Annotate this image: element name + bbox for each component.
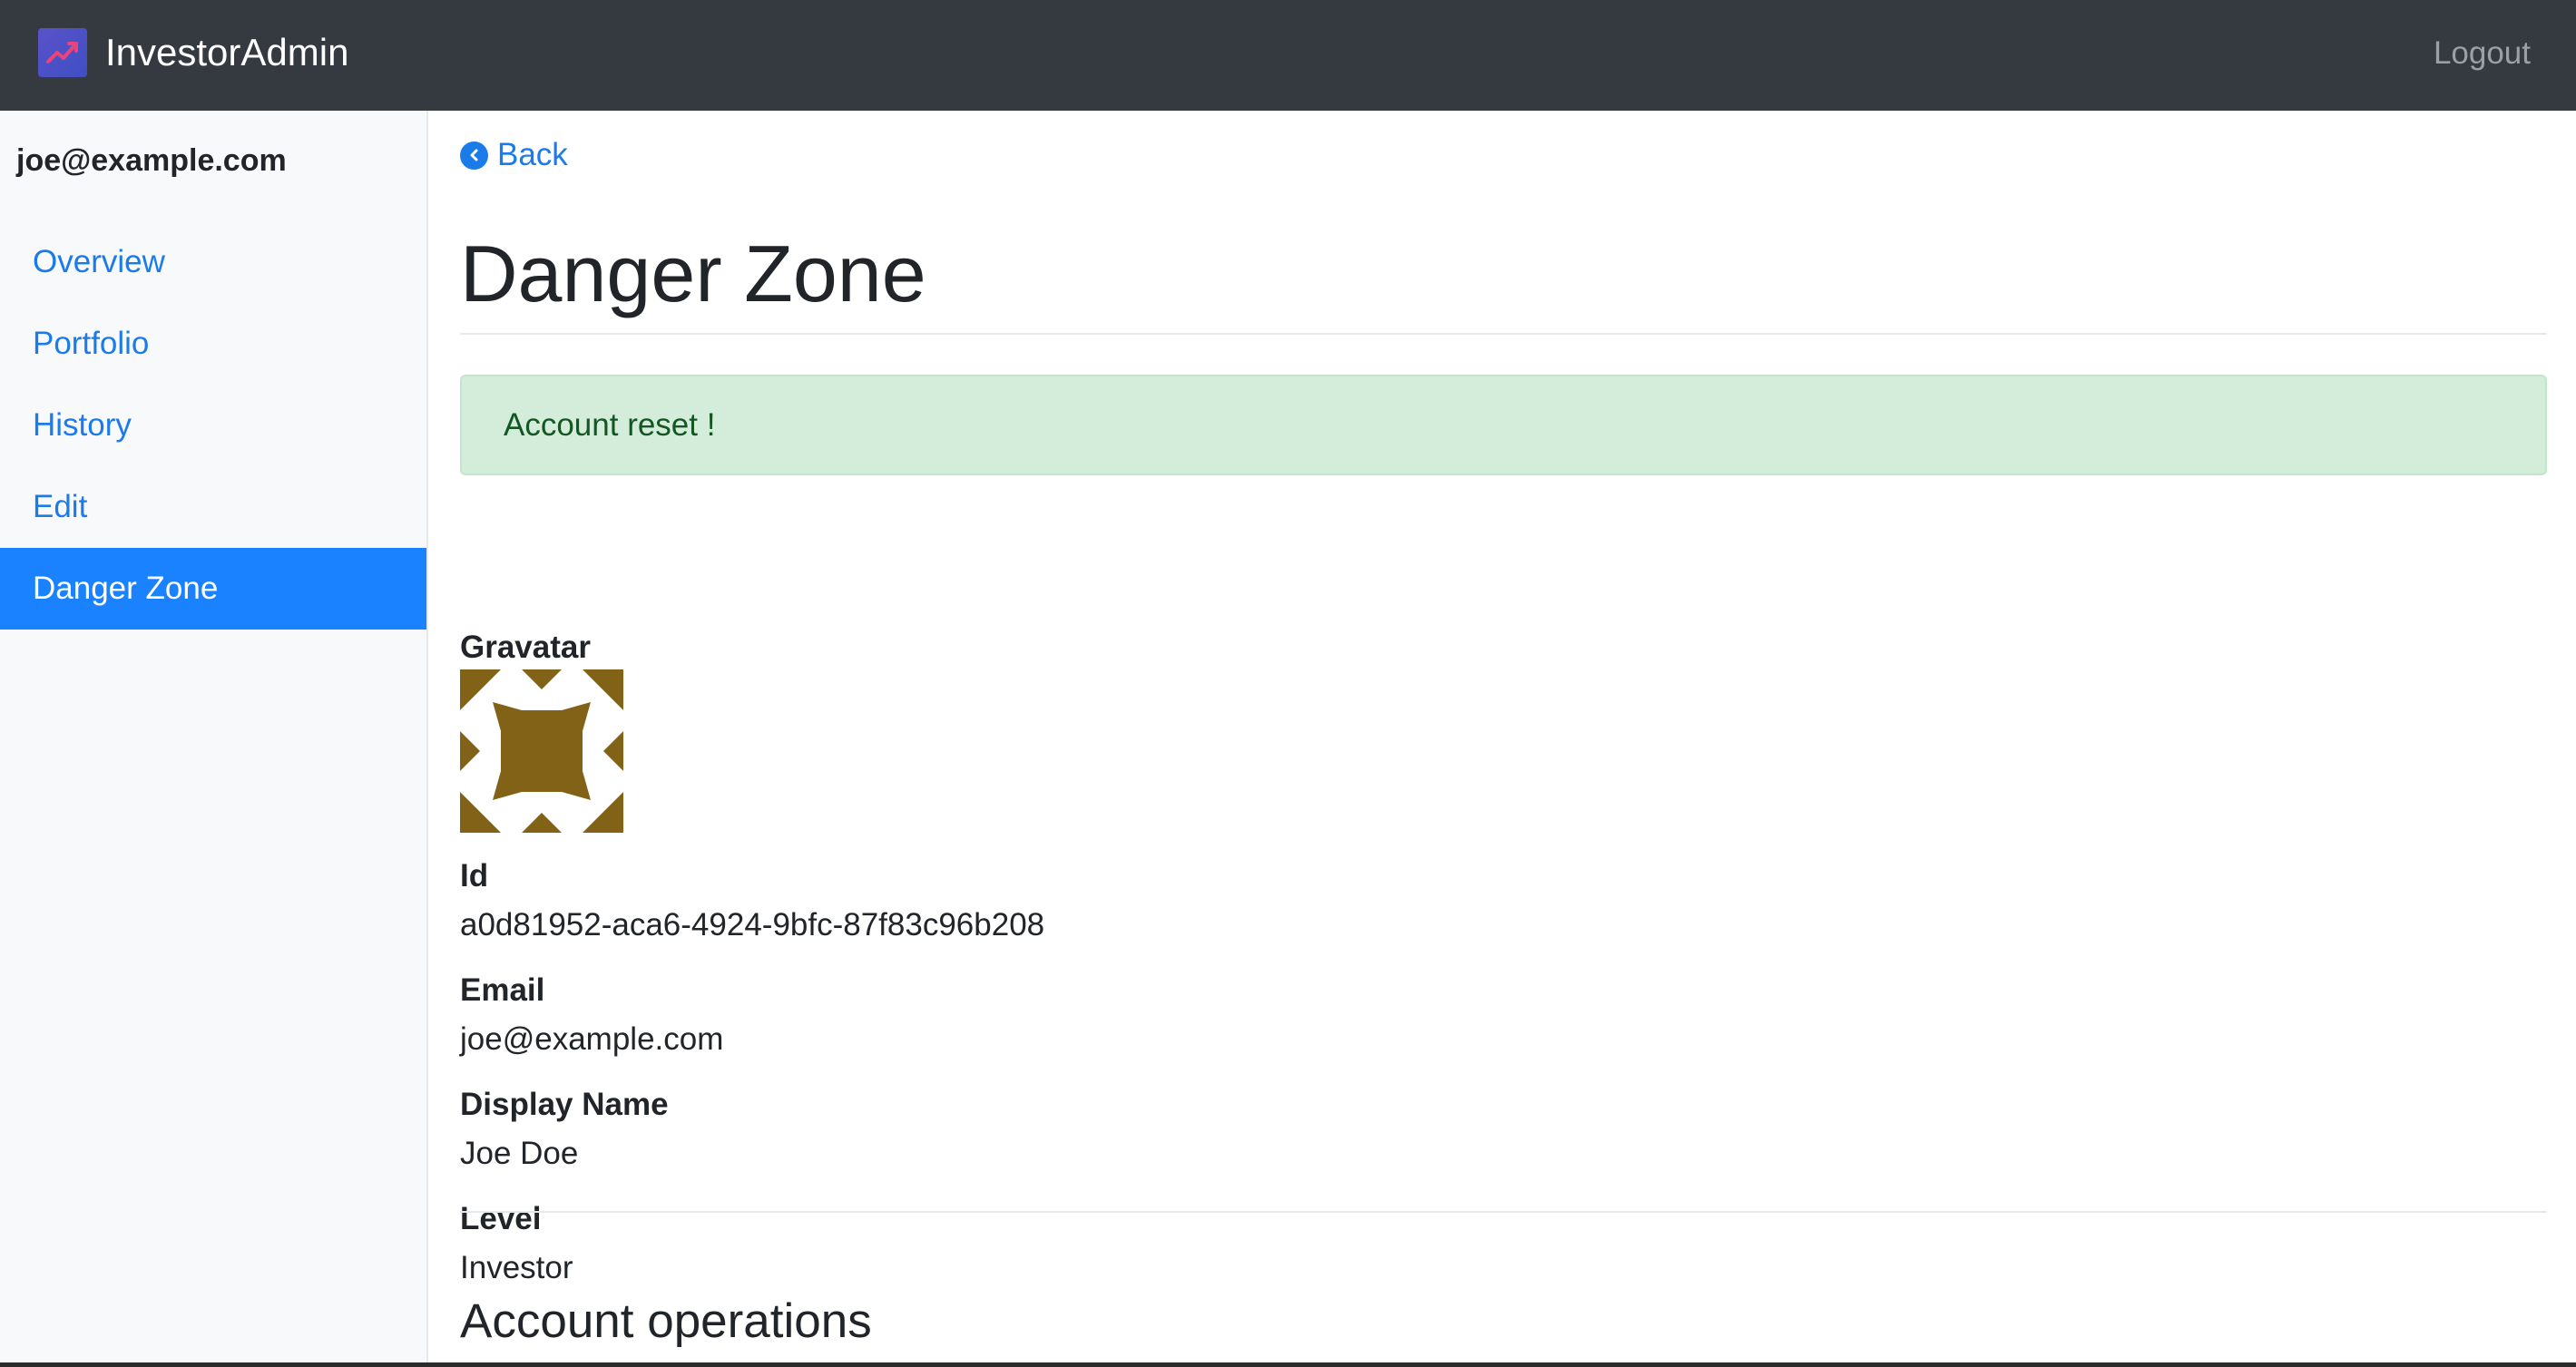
back-label: Back bbox=[497, 137, 568, 172]
success-alert: Account reset ! bbox=[460, 375, 2547, 475]
account-operations-heading: Account operations bbox=[460, 1294, 872, 1348]
back-link[interactable]: Back bbox=[460, 132, 568, 178]
id-value: a0d81952-aca6-4924-9bfc-87f83c96b208 bbox=[460, 907, 1045, 942]
sidebar-item-danger-zone[interactable]: Danger Zone bbox=[0, 548, 426, 630]
divider bbox=[460, 1211, 2547, 1213]
brand-name: InvestorAdmin bbox=[105, 31, 349, 73]
logout-link[interactable]: Logout bbox=[2434, 31, 2531, 76]
brand[interactable]: InvestorAdmin bbox=[38, 27, 348, 78]
display-name-value: Joe Doe bbox=[460, 1136, 579, 1171]
sidebar-item-portfolio[interactable]: Portfolio bbox=[0, 303, 426, 385]
gravatar-image bbox=[460, 669, 623, 833]
sidebar-user-email: joe@example.com bbox=[16, 143, 287, 178]
page-title: Danger Zone bbox=[460, 229, 926, 318]
sidebar-item-history[interactable]: History bbox=[0, 385, 426, 466]
display-name-label: Display Name bbox=[460, 1087, 669, 1122]
top-navbar: InvestorAdmin Logout bbox=[0, 0, 2576, 111]
chevron-left-circle-icon bbox=[460, 141, 488, 170]
sidebar-item-edit[interactable]: Edit bbox=[0, 466, 426, 548]
level-value: Investor bbox=[460, 1250, 573, 1285]
trend-chart-icon bbox=[38, 28, 87, 77]
email-value: joe@example.com bbox=[460, 1021, 724, 1057]
gravatar-label: Gravatar bbox=[460, 630, 591, 665]
id-label: Id bbox=[460, 858, 489, 893]
sidebar: joe@example.com Overview Portfolio Histo… bbox=[0, 111, 428, 1367]
sidebar-item-overview[interactable]: Overview bbox=[0, 221, 426, 303]
window-bottom-edge bbox=[0, 1362, 2576, 1367]
divider bbox=[460, 333, 2547, 335]
email-label: Email bbox=[460, 972, 545, 1008]
sidebar-nav: Overview Portfolio History Edit Danger Z… bbox=[0, 221, 426, 630]
level-label: Level bbox=[460, 1201, 542, 1236]
